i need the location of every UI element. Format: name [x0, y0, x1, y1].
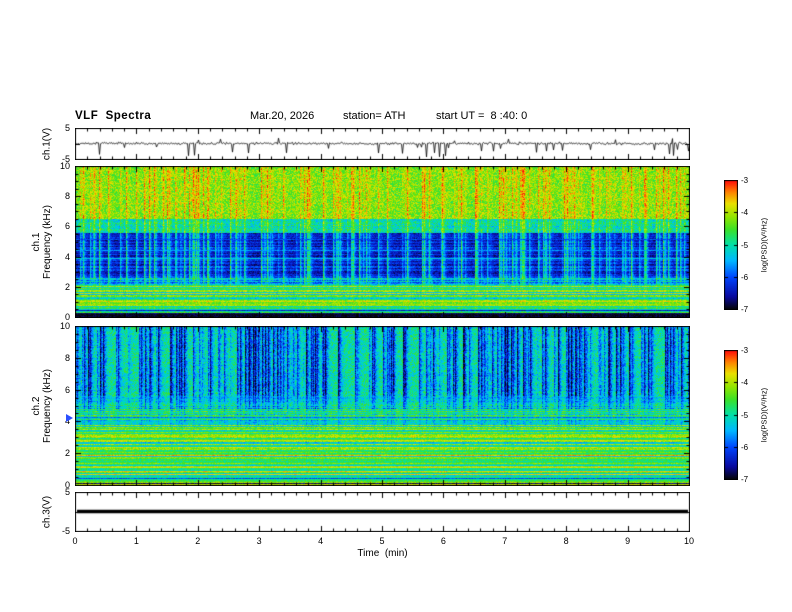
y-tick-label: 2	[64, 281, 70, 292]
y-tick-label: 10	[59, 321, 70, 331]
ch1-waveform-panel	[75, 128, 690, 160]
y-tick-label: 8	[64, 191, 70, 202]
colorbar-tick-label: -3	[741, 176, 749, 185]
y-tick-label: -5	[61, 526, 70, 536]
ch1-colorbar-label: log(PSD)(V²/Hz)	[759, 217, 769, 273]
colorbar-tick-label: -7	[741, 475, 749, 484]
x-tick-label: 5	[379, 536, 385, 546]
colorbar-tick-label: -7	[741, 305, 749, 314]
ch1-axis-label-line2: Frequency (kHz)	[42, 205, 53, 279]
colorbar-tick-label: -4	[741, 208, 749, 218]
colorbar-tick-label: -6	[741, 442, 749, 452]
x-tick-label: 8	[563, 536, 569, 546]
y-tick-label: 4	[64, 251, 70, 262]
x-tick-label: 7	[502, 536, 508, 546]
figure-start-ut: start UT = 8 :40: 0	[436, 110, 528, 122]
y-tick-label: 10	[59, 161, 70, 171]
x-tick-label: 3	[256, 536, 262, 546]
y-tick-label: 6	[64, 221, 70, 232]
colorbar-tick-label: -5	[741, 410, 749, 420]
y-tick-label: 6	[64, 384, 70, 395]
ch2-frequency-axis-label: ch.2 Frequency (kHz)	[31, 369, 53, 443]
ch2-axis-label-line1: ch.2	[31, 396, 42, 416]
x-tick-label: 2	[195, 536, 201, 546]
figure-date: Mar.20, 2026	[250, 110, 315, 122]
ch1-colorbar	[724, 180, 738, 310]
y-tick-label: 2	[64, 448, 70, 459]
figure-station: station= ATH	[343, 110, 406, 122]
x-tick-label: 4	[318, 536, 324, 546]
colorbar-tick-label: -3	[741, 346, 749, 355]
figure-title: VLF Spectra	[75, 110, 152, 122]
ch1-spectrogram-panel	[75, 166, 690, 318]
ch2-axis-label-line2: Frequency (kHz)	[42, 369, 53, 443]
x-tick-label: 10	[683, 536, 694, 546]
ch3-voltage-axis-label: ch.3(V)	[41, 495, 53, 529]
colorbar-tick-label: -5	[741, 240, 749, 250]
ch3-waveform-panel	[75, 492, 690, 532]
ch2-spectrogram-panel	[75, 326, 690, 486]
y-tick-label: 5	[64, 123, 70, 133]
ch1-axis-label-line1: ch.1	[31, 232, 42, 252]
y-tick-label: 0	[64, 480, 70, 490]
ch2-colorbar-label: log(PSD)(V²/Hz)	[759, 387, 769, 443]
vlf-spectra-figure: VLF Spectra Mar.20, 2026 station= ATH st…	[0, 0, 792, 612]
x-tick-label: 6	[440, 536, 446, 546]
x-tick-label: 1	[133, 536, 139, 546]
ch2-colorbar	[724, 350, 738, 480]
colorbar-tick-label: -6	[741, 272, 749, 282]
ch1-frequency-axis-label: ch.1 Frequency (kHz)	[31, 205, 53, 279]
time-axis-label: Time (min)	[357, 548, 408, 559]
x-tick-label: 9	[625, 536, 631, 546]
colorbar-tick-label: -4	[741, 378, 749, 388]
y-tick-label: 8	[64, 352, 70, 363]
frequency-marker	[66, 414, 73, 423]
x-tick-label: 0	[72, 536, 78, 546]
